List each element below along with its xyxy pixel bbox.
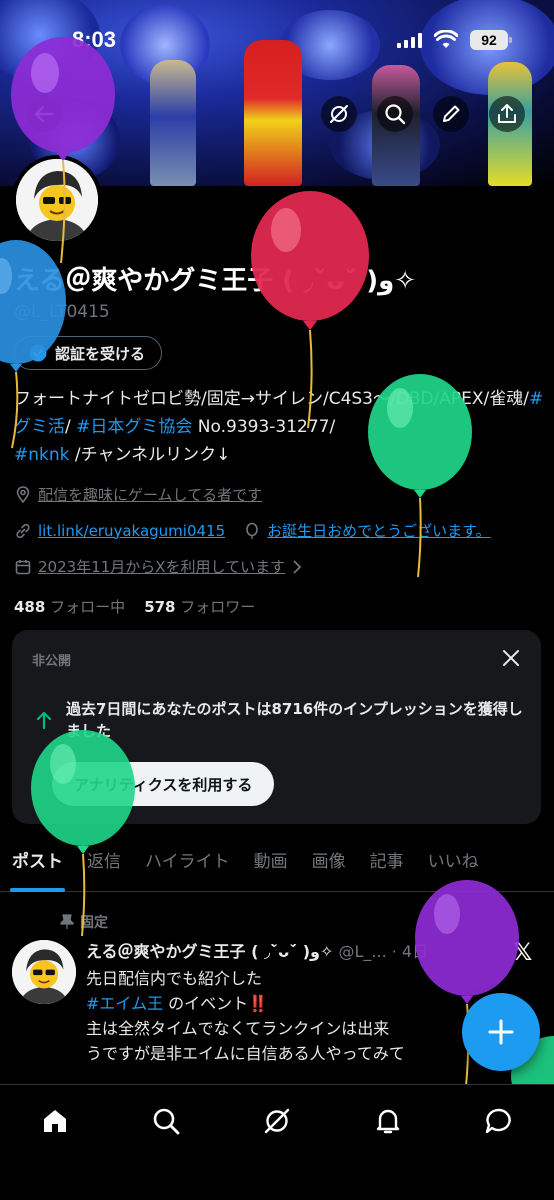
bio-text: /チャンネルリンク↓ [69, 445, 231, 465]
messages-icon [485, 1108, 511, 1134]
notifications-icon [376, 1109, 400, 1134]
joined-text: 2023年11月からXを利用しています [38, 558, 286, 576]
location-text: 配信を趣味にゲームしてる者です [38, 486, 263, 504]
profile-location: 配信を趣味にゲームしてる者です [14, 484, 262, 505]
grok-icon [330, 105, 348, 123]
battery-indicator: 92 [470, 30, 512, 50]
post-author-name[interactable]: える＠爽やかグミ王子 ( ◞˘̀ᴗ˘́ )و✧ [86, 942, 333, 961]
grok-button[interactable] [321, 96, 357, 132]
profile-avatar[interactable] [12, 155, 102, 245]
plus-icon [488, 1019, 514, 1045]
post-line: 先日配信内でも紹介した [86, 969, 263, 988]
trend-up-icon [36, 711, 52, 730]
post-exclamation: ‼️ [248, 994, 269, 1013]
tab-highlights[interactable]: ハイライト [133, 840, 242, 892]
search-button[interactable] [377, 96, 413, 132]
calendar-icon [15, 559, 31, 574]
use-analytics-button[interactable]: アナリティクスを利用する [52, 762, 275, 806]
get-verified-button[interactable]: 認証を受ける [14, 336, 163, 370]
private-label: 非公開 [32, 654, 72, 669]
edit-profile-button[interactable] [433, 96, 469, 132]
back-button[interactable] [26, 96, 62, 132]
tab-posts[interactable]: ポスト [0, 840, 75, 892]
pinned-label: 固定 [80, 915, 108, 931]
edit-icon [443, 105, 460, 122]
birthday-text[interactable]: お誕生日おめでとうございます。 [267, 520, 491, 541]
profile-joined[interactable]: 2023年11月からXを利用しています [14, 556, 303, 577]
close-icon[interactable] [499, 646, 523, 670]
compose-post-button[interactable] [462, 993, 540, 1071]
nav-grok[interactable] [257, 1101, 297, 1141]
profile-name: える＠爽やかグミ王子 ( ◞˘̀ᴗ˘́ )و✧ [14, 266, 417, 296]
nav-notifications[interactable] [368, 1101, 408, 1141]
link-icon [16, 523, 30, 538]
back-arrow-icon [34, 105, 54, 123]
profile-handle: @L_LT0415 [14, 302, 110, 322]
signal-icon [397, 33, 422, 48]
avatar-image [16, 159, 98, 241]
bio-text: フォートナイトゼロビ勢/固定→サイレン/C4S3〜/DBD/APEX/雀魂/ [14, 389, 530, 409]
profile-links-row: lit.link/eruyakagumi0415 お誕生日おめでとうございます。 [14, 520, 491, 541]
post-line: のイベント [163, 994, 249, 1013]
search-icon [385, 104, 406, 125]
post-line: 主は全然タイムでなくてランクインは出来 [86, 1019, 390, 1038]
wifi-icon [434, 30, 458, 48]
follow-stats: 488 フォロー中 578 フォロワー [14, 596, 255, 617]
post-line: うですが是非エイムに自信ある人やってみて [86, 1044, 405, 1063]
profile-website-link[interactable]: lit.link/eruyakagumi0415 [38, 522, 225, 540]
balloon-icon [246, 522, 258, 539]
share-icon [498, 104, 516, 123]
following-link[interactable]: 488 フォロー中 [14, 598, 125, 616]
x-logo-icon: 𝕏 [513, 938, 533, 966]
share-button[interactable] [489, 96, 525, 132]
following-label: フォロー中 [50, 598, 126, 616]
home-icon [44, 1110, 66, 1132]
tab-photos[interactable]: 画像 [300, 840, 358, 892]
profile-bio: フォートナイトゼロビ勢/固定→サイレン/C4S3〜/DBD/APEX/雀魂/#グ… [14, 385, 544, 469]
search-icon [153, 1108, 180, 1135]
verified-badge-icon [29, 344, 47, 362]
post-meta: @L_... · 4日 [338, 942, 429, 961]
impressions-text: 過去7日間にあなたのポストは8716件のインプレッションを獲得しました [66, 700, 523, 740]
pinned-indicator: 固定 [60, 912, 108, 932]
post-hashtag[interactable]: #エイム王 [86, 994, 163, 1013]
bio-text: / [65, 417, 77, 437]
status-bar: 8:03 92 [0, 0, 554, 84]
following-count: 488 [14, 598, 46, 616]
pin-icon [60, 914, 74, 929]
nav-search[interactable] [146, 1101, 186, 1141]
status-time: 8:03 [72, 27, 117, 52]
followers-link[interactable]: 578 フォロワー [144, 598, 255, 616]
grok-icon [264, 1108, 290, 1134]
followers-count: 578 [144, 598, 176, 616]
tab-likes[interactable]: いいね [416, 840, 491, 892]
get-verified-label: 認証を受ける [55, 344, 146, 363]
post-avatar-image [12, 940, 76, 1004]
chevron-right-icon [293, 559, 302, 574]
post-header: える＠爽やかグミ王子 ( ◞˘̀ᴗ˘́ )و✧ @L_... · 4日 [86, 938, 506, 962]
post-author-avatar[interactable] [12, 940, 76, 1004]
nav-messages[interactable] [479, 1101, 519, 1141]
tab-replies[interactable]: 返信 [75, 840, 133, 892]
tab-articles[interactable]: 記事 [358, 840, 416, 892]
bio-hashtag-association[interactable]: #日本グミ協会 [76, 417, 192, 437]
bio-text: No.9393-31277/ [192, 417, 336, 437]
tab-videos[interactable]: 動画 [242, 840, 300, 892]
location-icon [16, 485, 30, 503]
post-body[interactable]: 先日配信内でも紹介した #エイム王 のイベント‼️ 主は全然タイムでなくてランク… [86, 966, 486, 1066]
bottom-navigation [0, 1084, 554, 1200]
nav-home[interactable] [35, 1101, 75, 1141]
profile-tabs: ポスト 返信 ハイライト 動画 画像 記事 いいね [0, 840, 554, 892]
followers-label: フォロワー [180, 598, 256, 616]
bio-hashtag-nknk[interactable]: #nknk [14, 445, 69, 465]
analytics-card: 非公開 過去7日間にあなたのポストは8716件のインプレッションを獲得しました … [12, 630, 541, 824]
